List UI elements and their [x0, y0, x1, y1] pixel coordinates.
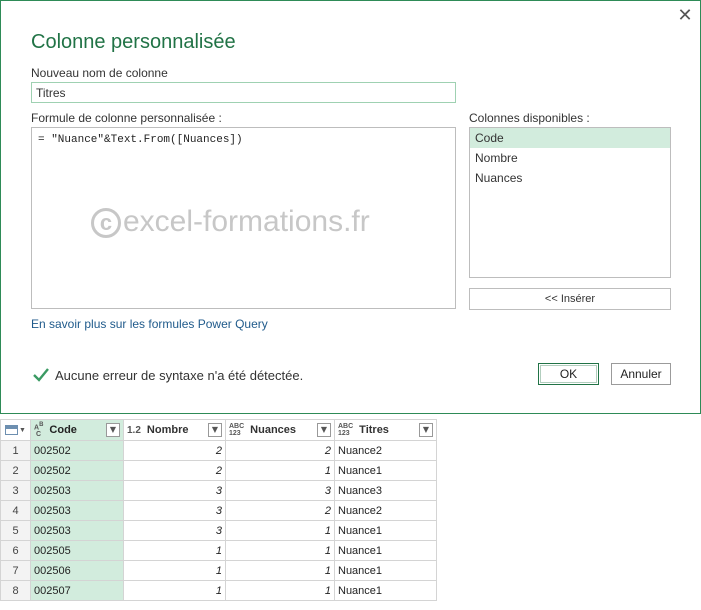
table-row[interactable]: 5 002503 3 1 Nuance1 [0, 520, 437, 541]
cell-nuances[interactable]: 1 [225, 520, 335, 541]
cell-nombre[interactable]: 1 [123, 540, 226, 561]
cell-code[interactable]: 002502 [30, 460, 124, 481]
text-type-icon[interactable]: AB C [34, 422, 43, 438]
close-icon[interactable]: ✕ [676, 7, 694, 25]
insert-button[interactable]: << Insérer [469, 288, 671, 310]
cell-nombre[interactable]: 3 [123, 480, 226, 501]
ok-button[interactable]: OK [538, 363, 599, 385]
syntax-status: Aucune erreur de syntaxe n'a été détecté… [55, 368, 304, 383]
any-type-icon[interactable]: ABC 123 [338, 423, 353, 437]
column-name-nombre: Nombre [146, 424, 189, 436]
table-body: 1 002502 2 2 Nuance2 2 002502 2 1 Nuance1 3 002503 3… [0, 440, 437, 601]
custom-column-dialog: ✕ Colonne personnalisée Nouveau nom de c… [0, 0, 701, 414]
cell-nombre[interactable]: 3 [123, 500, 226, 521]
cancel-button[interactable]: Annuler [611, 363, 671, 385]
column-header-code[interactable]: AB C Code ▼ [30, 419, 124, 441]
row-number: 1 [0, 440, 31, 461]
table-menu[interactable]: ▼ [0, 419, 31, 441]
decimal-type-icon[interactable]: 1.2 [127, 425, 141, 436]
row-number: 8 [0, 580, 31, 601]
copyright-icon: c [91, 208, 121, 239]
cell-nombre[interactable]: 2 [123, 440, 226, 461]
table-icon[interactable] [5, 425, 19, 435]
cell-nombre[interactable]: 3 [123, 520, 226, 541]
cell-titres[interactable]: Nuance1 [334, 460, 437, 481]
cell-nuances[interactable]: 1 [225, 560, 335, 581]
table-row[interactable]: 4 002503 3 2 Nuance2 [0, 500, 437, 521]
column-header-titres[interactable]: ABC 123 Titres ▼ [334, 419, 437, 441]
cell-nombre[interactable]: 1 [123, 560, 226, 581]
column-name-label: Nouveau nom de colonne [31, 66, 168, 80]
cell-titres[interactable]: Nuance2 [334, 500, 437, 521]
data-table: ▼ AB C Code ▼ 1.2 Nombre ▼ ABC 123 Nuance… [0, 419, 437, 601]
filter-dropdown-icon[interactable]: ▼ [317, 423, 331, 437]
cell-nuances[interactable]: 1 [225, 540, 335, 561]
cell-nuances[interactable]: 2 [225, 440, 335, 461]
cell-titres[interactable]: Nuance2 [334, 440, 437, 461]
table-menu-chevron-icon[interactable]: ▼ [19, 427, 26, 434]
watermark-text: excel-formations.fr [123, 205, 370, 238]
cell-nuances[interactable]: 1 [225, 460, 335, 481]
available-column-code[interactable]: Code [470, 128, 670, 148]
dialog-title: Colonne personnalisée [31, 31, 236, 53]
cell-titres[interactable]: Nuance1 [334, 520, 437, 541]
available-column-nombre[interactable]: Nombre [470, 148, 670, 168]
available-columns-label: Colonnes disponibles : [469, 111, 590, 125]
cell-code[interactable]: 002502 [30, 440, 124, 461]
column-name-code: Code [49, 423, 77, 436]
cell-nuances[interactable]: 2 [225, 500, 335, 521]
cell-nuances[interactable]: 1 [225, 580, 335, 601]
table-row[interactable]: 3 002503 3 3 Nuance3 [0, 480, 437, 501]
column-header-nombre[interactable]: 1.2 Nombre ▼ [123, 419, 226, 441]
cell-titres[interactable]: Nuance1 [334, 560, 437, 581]
learn-more-link[interactable]: En savoir plus sur les formules Power Qu… [31, 317, 268, 331]
formula-text[interactable]: = "Nuance"&Text.From([Nuances]) [38, 134, 243, 146]
cell-nuances[interactable]: 3 [225, 480, 335, 501]
table-row[interactable]: 7 002506 1 1 Nuance1 [0, 560, 437, 581]
filter-dropdown-icon[interactable]: ▼ [208, 423, 222, 437]
cell-code[interactable]: 002503 [30, 500, 124, 521]
row-number: 3 [0, 480, 31, 501]
cell-titres[interactable]: Nuance1 [334, 580, 437, 601]
cell-code[interactable]: 002506 [30, 560, 124, 581]
cell-nombre[interactable]: 1 [123, 580, 226, 601]
row-number: 2 [0, 460, 31, 481]
cell-titres[interactable]: Nuance3 [334, 480, 437, 501]
row-number: 4 [0, 500, 31, 521]
available-column-nuances[interactable]: Nuances [470, 168, 670, 188]
table-header-row: ▼ AB C Code ▼ 1.2 Nombre ▼ ABC 123 Nuance… [0, 419, 437, 441]
any-type-icon[interactable]: ABC 123 [229, 423, 244, 437]
formula-label: Formule de colonne personnalisée : [31, 111, 222, 125]
row-number: 7 [0, 560, 31, 581]
column-header-nuances[interactable]: ABC 123 Nuances ▼ [225, 419, 335, 441]
column-name-nuances: Nuances [250, 424, 297, 436]
cell-titres[interactable]: Nuance1 [334, 540, 437, 561]
row-number: 6 [0, 540, 31, 561]
table-row[interactable]: 1 002502 2 2 Nuance2 [0, 440, 437, 461]
cell-code[interactable]: 002503 [30, 480, 124, 501]
available-columns-list[interactable]: Code Nombre Nuances [469, 127, 671, 278]
row-number: 5 [0, 520, 31, 541]
filter-dropdown-icon[interactable]: ▼ [419, 423, 433, 437]
cell-code[interactable]: 002505 [30, 540, 124, 561]
cell-code[interactable]: 002503 [30, 520, 124, 541]
column-name-titres: Titres [359, 424, 389, 436]
table-row[interactable]: 2 002502 2 1 Nuance1 [0, 460, 437, 481]
table-row[interactable]: 6 002505 1 1 Nuance1 [0, 540, 437, 561]
cell-code[interactable]: 002507 [30, 580, 124, 601]
cell-nombre[interactable]: 2 [123, 460, 226, 481]
check-icon [33, 368, 49, 382]
column-name-input[interactable] [31, 82, 456, 103]
table-row[interactable]: 8 002507 1 1 Nuance1 [0, 580, 437, 601]
filter-dropdown-icon[interactable]: ▼ [106, 422, 120, 437]
watermark: c excel-formations.fr [91, 205, 370, 239]
